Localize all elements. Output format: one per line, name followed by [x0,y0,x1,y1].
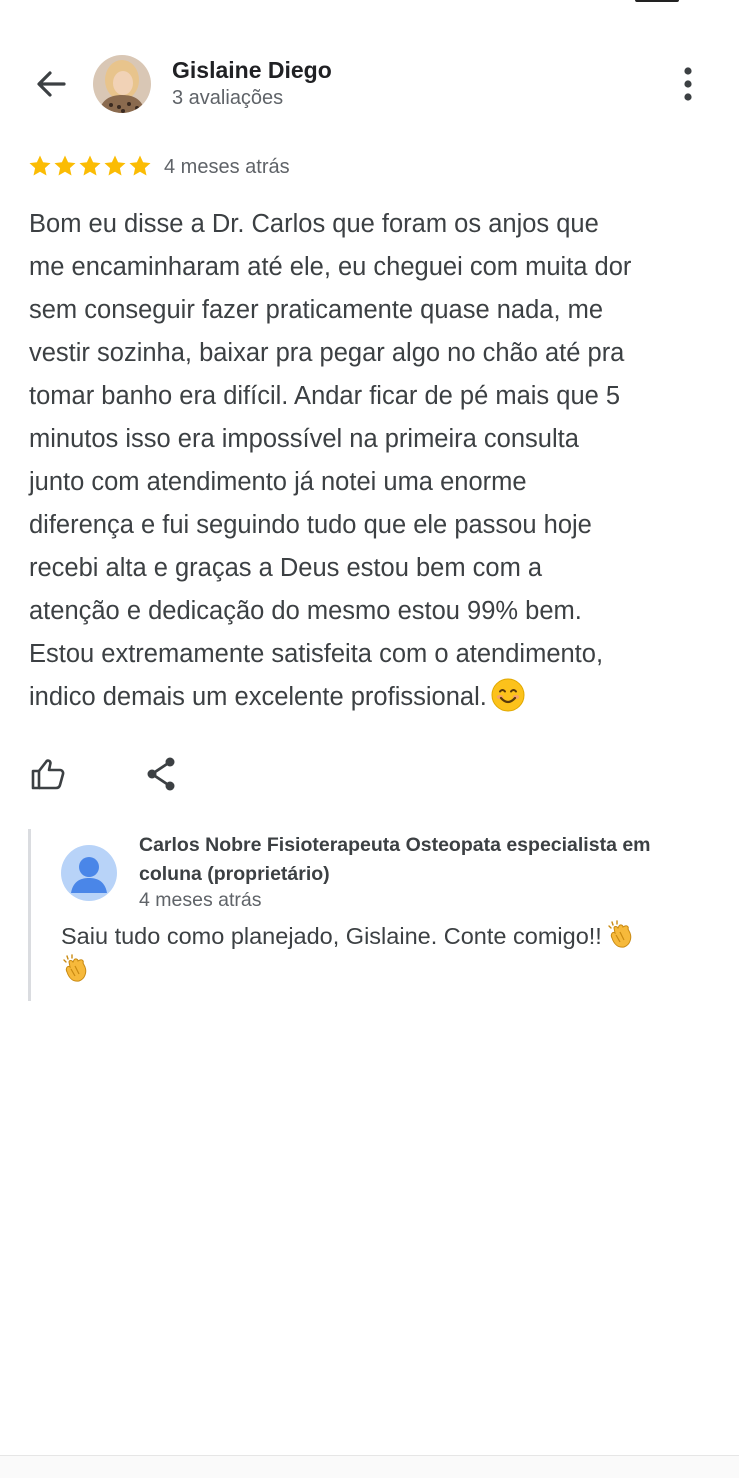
star-icon [29,155,51,176]
review-line: minutos isso era impossível na primeira … [29,425,579,453]
review-line: diferença e fui seguindo tudo que ele pa… [29,511,592,539]
review-text: Bom eu disse a Dr. Carlos que foram os a… [29,203,719,719]
reply-divider [28,829,31,1001]
review-line: junto com atendimento já notei uma enorm… [29,468,527,496]
star-rating [28,154,152,182]
review-line: Estou extremamente satisfeita com o aten… [29,640,604,668]
like-button[interactable] [28,754,68,794]
star-icon [79,155,101,176]
review-count: 3 avaliações [172,87,284,109]
system-nav-bar [0,1456,739,1478]
more-vertical-icon [684,67,692,101]
reviewer-avatar[interactable] [93,55,151,113]
back-button[interactable] [30,62,74,106]
clapping-hands-emoji [608,920,632,948]
star-icon [129,155,151,176]
thumbs-up-icon [31,759,65,790]
clapping-hands-emoji [63,954,87,982]
star-icon [54,155,76,176]
owner-avatar[interactable] [61,845,117,901]
arrow-left-icon [37,71,66,97]
review-time: 4 meses atrás [164,156,290,178]
share-icon [147,757,175,791]
more-options-button[interactable] [668,62,708,106]
owner-reply: Carlos Nobre Fisioterapeuta Osteopata es… [28,829,708,1001]
share-button[interactable] [144,754,180,794]
reply-time: 4 meses atrás [139,889,262,911]
status-icons [579,0,709,4]
reply-message: Saiu tudo como planejado, Gislaine. Cont… [61,923,602,949]
review-line-last: indico demais um excelente profissional. [29,676,719,719]
star-icon [104,155,126,176]
review-line-text: indico demais um excelente profissional. [29,683,487,711]
review-line: me encaminharam até ele, eu cheguei com … [29,253,632,281]
review-line: Bom eu disse a Dr. Carlos que foram os a… [29,210,599,238]
reply-text: Saiu tudo como planejado, Gislaine. Cont… [61,919,711,987]
status-clock [30,0,130,4]
review-line: sem conseguir fazer praticamente quase n… [29,296,604,324]
reviewer-photo [93,55,151,113]
review-line: vestir sozinha, baixar pra pegar algo no… [29,339,625,367]
person-icon [71,857,107,893]
status-bar [0,0,739,14]
smiling-face-emoji [491,678,525,712]
reviewer-name[interactable]: Gislaine Diego [172,57,332,84]
review-line: atenção e dedicação do mesmo estou 99% b… [29,597,582,625]
owner-name: Carlos Nobre Fisioterapeuta Osteopata es… [139,834,651,885]
review-line: tomar banho era difícil. Andar ficar de … [29,382,621,410]
review-line: recebi alta e graças a Deus estou bem co… [29,554,543,582]
